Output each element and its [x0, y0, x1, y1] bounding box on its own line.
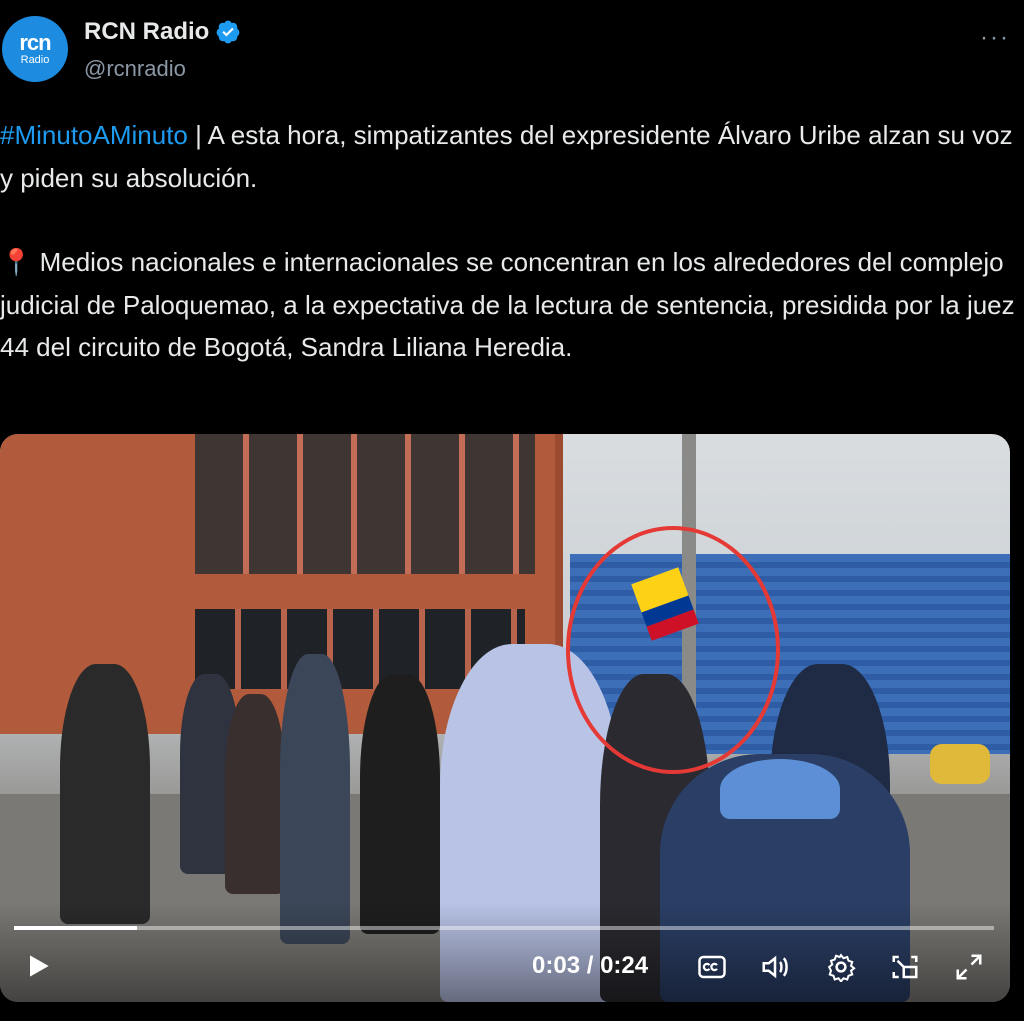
author-handle[interactable]: @rcnradio [84, 56, 186, 82]
tweet-text: #MinutoAMinuto | A esta hora, simpatizan… [0, 114, 1020, 369]
hashtag-link[interactable]: #MinutoAMinuto [0, 120, 188, 150]
person-cap [720, 759, 840, 819]
verified-badge-icon [216, 20, 240, 44]
person [360, 674, 440, 934]
video-scene-windows [195, 434, 535, 574]
pin-icon: 📍 [0, 247, 33, 277]
settings-icon[interactable] [826, 952, 856, 982]
tweet-paragraph-2: 📍 Medios nacionales e internacionales se… [0, 241, 1020, 369]
fullscreen-icon[interactable] [954, 952, 984, 982]
video-player[interactable]: 0:03 / 0:24 [0, 434, 1010, 1002]
progress-fill [14, 926, 137, 930]
time-display: 0:03 / 0:24 [532, 952, 648, 980]
avatar[interactable]: rcn Radio [2, 16, 68, 82]
time-separator: / [580, 952, 601, 979]
progress-bar[interactable] [14, 926, 994, 930]
video-controls: 0:03 / 0:24 [0, 902, 1010, 1002]
taxi [930, 744, 990, 784]
tweet-header: rcn Radio RCN Radio @rcnradio ··· [0, 10, 1024, 90]
author-name[interactable]: RCN Radio [84, 18, 241, 46]
person [225, 694, 285, 894]
captions-icon[interactable] [697, 952, 727, 982]
avatar-logo-subtext: Radio [20, 54, 50, 66]
avatar-logo: rcn [19, 30, 51, 55]
volume-icon[interactable] [760, 952, 790, 982]
red-annotation-circle [566, 526, 780, 774]
tweet-paragraph-1: #MinutoAMinuto | A esta hora, simpatizan… [0, 114, 1020, 199]
person [280, 654, 350, 944]
more-options-button[interactable]: ··· [980, 24, 1010, 52]
duration: 0:24 [600, 952, 649, 979]
tweet-paragraph-2-text: Medios nacionales e internacionales se c… [0, 247, 1015, 362]
play-icon[interactable] [22, 950, 54, 982]
person [60, 664, 150, 924]
author-display-name[interactable]: RCN Radio [84, 18, 209, 46]
picture-in-picture-icon[interactable] [890, 952, 920, 982]
current-time: 0:03 [532, 952, 581, 979]
